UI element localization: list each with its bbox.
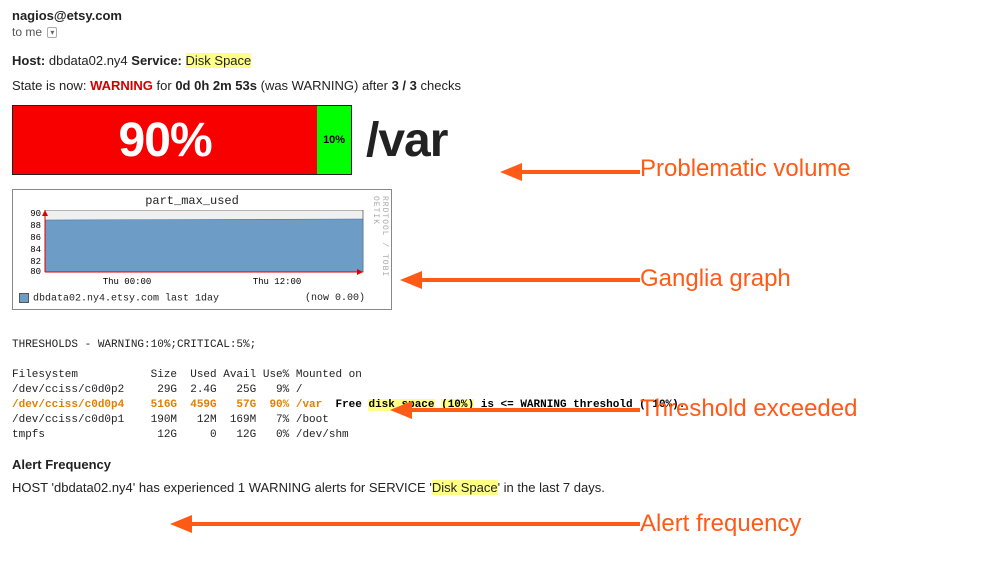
- service-value: Disk Space: [186, 53, 252, 68]
- af-suffix: ' in the last 7 days.: [498, 480, 605, 495]
- annotation-threshold-exceeded: Threshold exceeded: [640, 395, 857, 423]
- email-from: nagios@etsy.com: [12, 8, 993, 23]
- graph-title: part_max_used: [17, 194, 367, 208]
- host-value: dbdata02.ny4: [49, 53, 128, 68]
- graph-side-text: RRDTOOL / TOBI OETIK: [371, 196, 389, 309]
- af-service: Disk Space: [432, 480, 498, 495]
- arrow-icon: [390, 398, 640, 422]
- ytick: 88: [30, 221, 41, 231]
- email-to-line: to me ▾: [12, 25, 993, 39]
- alert-frequency-body: HOST 'dbdata02.ny4' has experienced 1 WA…: [12, 480, 993, 495]
- host-service-line: Host: dbdata02.ny4 Service: Disk Space: [12, 53, 993, 68]
- state-checks-suffix: checks: [421, 78, 461, 93]
- state-duration: 0d 0h 2m 53s: [175, 78, 257, 93]
- ytick: 82: [30, 257, 41, 267]
- af-host: dbdata02.ny4: [54, 480, 133, 495]
- usage-bar: 90% 10%: [12, 105, 352, 175]
- af-prefix: HOST ': [12, 480, 54, 495]
- usage-bar-used-label: 90%: [119, 113, 212, 168]
- graph-svg: 90 88 86 84 82 80 Thu 00:00 Thu 12:00: [17, 210, 367, 288]
- arrow-icon: [170, 512, 640, 536]
- usage-bar-free: 10%: [317, 106, 351, 174]
- ytick: 90: [30, 210, 41, 219]
- to-text: to me: [12, 25, 42, 39]
- fs-row: /dev/cciss/c0d0p2 29G 2.4G 25G 9% /: [12, 384, 302, 396]
- state-line: State is now: WARNING for 0d 0h 2m 53s (…: [12, 78, 993, 93]
- ytick: 86: [30, 233, 41, 243]
- usage-bar-used: 90%: [13, 106, 317, 174]
- service-label: Service:: [131, 53, 182, 68]
- fs-row: tmpfs 12G 0 12G 0% /dev/shm: [12, 429, 349, 441]
- alert-frequency-title: Alert Frequency: [12, 457, 993, 472]
- state-value: WARNING: [90, 78, 153, 93]
- xtick: Thu 12:00: [253, 277, 302, 287]
- recipient-dropdown-icon[interactable]: ▾: [47, 27, 57, 38]
- state-prefix: State is now:: [12, 78, 86, 93]
- graph-legend: dbdata02.ny4.etsy.com last 1day (now 0.0…: [17, 291, 367, 305]
- state-checks: 3 / 3: [392, 78, 417, 93]
- fs-row: /dev/cciss/c0d0p1 190M 12M 169M 7% /boot: [12, 414, 329, 426]
- thresholds-block: THRESHOLDS - WARNING:10%;CRITICAL:5%; Fi…: [12, 338, 993, 443]
- annotation-ganglia-graph: Ganglia graph: [640, 265, 791, 293]
- af-mid: ' has experienced 1 WARNING alerts for S…: [133, 480, 432, 495]
- legend-swatch: [19, 293, 29, 303]
- xtick: Thu 00:00: [103, 277, 152, 287]
- state-for: for: [157, 78, 172, 93]
- fs-header: Filesystem Size Used Avail Use% Mounted …: [12, 369, 362, 381]
- annotation-alert-frequency: Alert frequency: [640, 510, 801, 538]
- annotation-problematic-volume: Problematic volume: [640, 155, 851, 183]
- volume-name: /var: [366, 113, 447, 168]
- legend-now: (now 0.00): [305, 293, 365, 304]
- fs-row-warning: /dev/cciss/c0d0p4 516G 459G 57G 90% /var: [12, 399, 322, 411]
- thresholds-header: THRESHOLDS - WARNING:10%;CRITICAL:5%;: [12, 339, 256, 351]
- host-label: Host:: [12, 53, 45, 68]
- legend-host: dbdata02.ny4.etsy.com last 1day: [33, 294, 219, 305]
- ytick: 80: [30, 267, 41, 277]
- arrow-icon: [500, 160, 640, 184]
- state-was: (was WARNING) after: [261, 78, 388, 93]
- ytick: 84: [30, 245, 41, 255]
- ganglia-graph: part_max_used RRDTOOL / TOBI OETIK 90 88…: [12, 189, 392, 310]
- usage-bar-free-label: 10%: [323, 134, 345, 146]
- arrow-icon: [400, 268, 640, 292]
